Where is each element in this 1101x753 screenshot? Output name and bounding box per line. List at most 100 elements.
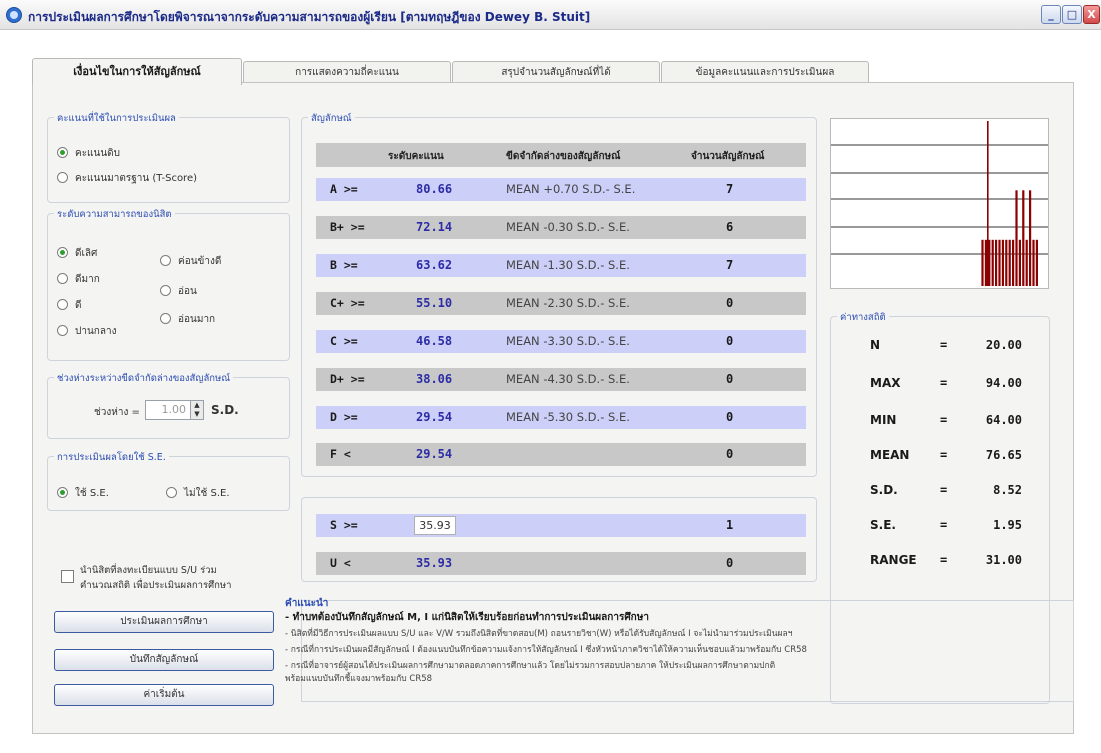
histogram-bar — [1005, 239, 1008, 286]
stat-max-eq: = — [940, 376, 948, 390]
stat-sd-label: S.D. — [870, 483, 898, 497]
grade-count: 7 — [726, 182, 734, 196]
histogram-bar — [995, 239, 998, 286]
minimize-button[interactable]: _ — [1041, 5, 1061, 24]
ability-fairly-good-option[interactable]: ค่อนข้างดี — [160, 254, 221, 269]
grade-score: 55.10 — [416, 296, 453, 310]
grade-label: C+ >= — [330, 296, 365, 310]
grade-criterion: MEAN -4.30 S.D.- S.E. — [506, 372, 630, 386]
note-line: - กรณีที่อาจารย์ผู้สอนได้ประเมินผลการศึก… — [285, 661, 776, 671]
se-legend: การประเมินผลโดยใช้ S.E. — [54, 450, 169, 465]
su-include-label-2: คำนวณสถิติ เพื่อประเมินผลการศึกษา — [80, 580, 232, 591]
stat-range-label: RANGE — [870, 553, 917, 567]
ability-very-weak-option[interactable]: อ่อนมาก — [160, 312, 215, 327]
grade-score: 29.54 — [416, 447, 453, 461]
interval-stepper[interactable]: ▲ ▼ — [190, 400, 204, 420]
stepper-up-icon[interactable]: ▲ — [191, 401, 203, 410]
save-grades-button[interactable]: บันทึกสัญลักษณ์ — [54, 649, 274, 671]
se-group: การประเมินผลโดยใช้ S.E. — [47, 450, 290, 511]
score-histogram — [830, 118, 1049, 289]
interval-legend: ช่วงห่างระหว่างขีดจำกัดล่างของสัญลักษณ์ — [54, 371, 234, 386]
radio-icon — [160, 255, 171, 266]
grade-label: B >= — [330, 258, 358, 272]
ability-average-option[interactable]: ปานกลาง — [57, 324, 116, 339]
grade-row-d: D >= 29.54 MEAN -5.30 S.D.- S.E. 0 — [316, 406, 806, 429]
grade-row-c: C >= 46.58 MEAN -3.30 S.D.- S.E. 0 — [316, 330, 806, 353]
grade-count: 0 — [726, 410, 734, 424]
radio-selected-icon — [57, 487, 68, 498]
close-button[interactable]: X — [1083, 5, 1100, 24]
histogram-bar — [988, 239, 991, 286]
grade-score: 38.06 — [416, 372, 453, 386]
su-include-label-1: นำนิสิตที่ลงทะเบียนแบบ S/U ร่วม — [80, 565, 217, 576]
ability-very-good-option[interactable]: ดีมาก — [57, 272, 100, 287]
histogram-bar — [1015, 190, 1018, 286]
tab-grading-conditions[interactable]: เงื่อนไขในการให้สัญลักษณ์ — [32, 58, 242, 85]
grade-criterion: MEAN -1.30 S.D.- S.E. — [506, 258, 630, 272]
use-se-option[interactable]: ใช้ S.E. — [57, 486, 109, 501]
radio-icon — [57, 273, 68, 284]
stepper-down-icon[interactable]: ▼ — [191, 410, 203, 419]
evaluate-button[interactable]: ประเมินผลการศึกษา — [54, 611, 274, 633]
stat-mean-eq: = — [940, 448, 948, 462]
radio-icon — [57, 299, 68, 310]
grade-count: 7 — [726, 258, 734, 272]
interval-input[interactable]: 1.00 — [145, 400, 191, 420]
ability-level-legend: ระดับความสามารถของนิสิต — [54, 207, 175, 222]
grade-label: D+ >= — [330, 372, 365, 386]
grades-header-row: ระดับคะแนน ขีดจำกัดล่างของสัญลักษณ์ จำนว… — [316, 143, 806, 167]
stat-se-eq: = — [940, 518, 948, 532]
grade-label: U < — [330, 556, 351, 570]
reset-button[interactable]: ค่าเริ่มต้น — [54, 684, 274, 706]
grade-score: 80.66 — [416, 182, 453, 196]
grade-row-d-plus: D+ >= 38.06 MEAN -4.30 S.D.- S.E. 0 — [316, 368, 806, 391]
radio-icon — [160, 313, 171, 324]
t-score-option[interactable]: คะแนนมาตรฐาน (T-Score) — [57, 171, 197, 186]
stat-n-label: N — [870, 338, 881, 352]
stat-se-value: 1.95 — [993, 518, 1022, 532]
grade-criterion: MEAN +0.70 S.D.- S.E. — [506, 182, 636, 196]
stat-n-value: 20.00 — [985, 338, 1022, 352]
ability-good-option[interactable]: ดี — [57, 298, 82, 313]
ability-excellent-option[interactable]: ดีเลิศ — [57, 246, 97, 261]
radio-icon — [166, 487, 177, 498]
su-include-checkbox[interactable] — [61, 570, 74, 583]
grade-count: 0 — [726, 296, 734, 310]
interval-unit: S.D. — [211, 403, 239, 417]
grade-row-b-plus: B+ >= 72.14 MEAN -0.30 S.D.- S.E. 6 — [316, 216, 806, 239]
radio-icon — [57, 172, 68, 183]
raw-score-option[interactable]: คะแนนดิบ — [57, 146, 120, 161]
histogram-bar — [1032, 239, 1035, 286]
ability-weak-option[interactable]: อ่อน — [160, 284, 197, 299]
histogram-bar — [981, 239, 984, 286]
stat-mean-label: MEAN — [870, 448, 910, 462]
interval-label: ช่วงห่าง = — [94, 407, 140, 418]
s-threshold-input[interactable]: 35.93 — [414, 516, 456, 535]
grade-score: 46.58 — [416, 334, 453, 348]
grade-score: 29.54 — [416, 410, 453, 424]
stats-legend: ค่าทางสถิติ — [837, 310, 889, 325]
radio-icon — [57, 325, 68, 336]
app-icon — [6, 7, 22, 23]
grade-count: 0 — [726, 334, 734, 348]
stat-min-label: MIN — [870, 413, 897, 427]
grade-row-c-plus: C+ >= 55.10 MEAN -2.30 S.D.- S.E. 0 — [316, 292, 806, 315]
histogram-bar — [1018, 239, 1021, 286]
stat-n-eq: = — [940, 338, 948, 352]
histogram-bar — [1008, 239, 1011, 286]
stat-max-label: MAX — [870, 376, 901, 390]
stat-min-eq: = — [940, 413, 948, 427]
histogram-bar — [991, 239, 994, 286]
no-se-option[interactable]: ไม่ใช้ S.E. — [166, 486, 230, 501]
radio-selected-icon — [57, 247, 68, 258]
score-type-legend: คะแนนที่ใช้ในการประเมินผล — [54, 111, 179, 126]
maximize-button[interactable]: □ — [1062, 5, 1082, 24]
histogram-bar — [1035, 239, 1038, 286]
grade-criterion: MEAN -3.30 S.D.- S.E. — [506, 334, 630, 348]
grades-legend: สัญลักษณ์ — [308, 111, 355, 126]
main-window: การประเมินผลการศึกษาโดยพิจารณาจากระดับคว… — [0, 0, 1101, 753]
histogram-bar — [1025, 239, 1028, 286]
grade-score: 72.14 — [416, 220, 453, 234]
histogram-bar — [1022, 190, 1025, 286]
grade-criterion: MEAN -5.30 S.D.- S.E. — [506, 410, 630, 424]
